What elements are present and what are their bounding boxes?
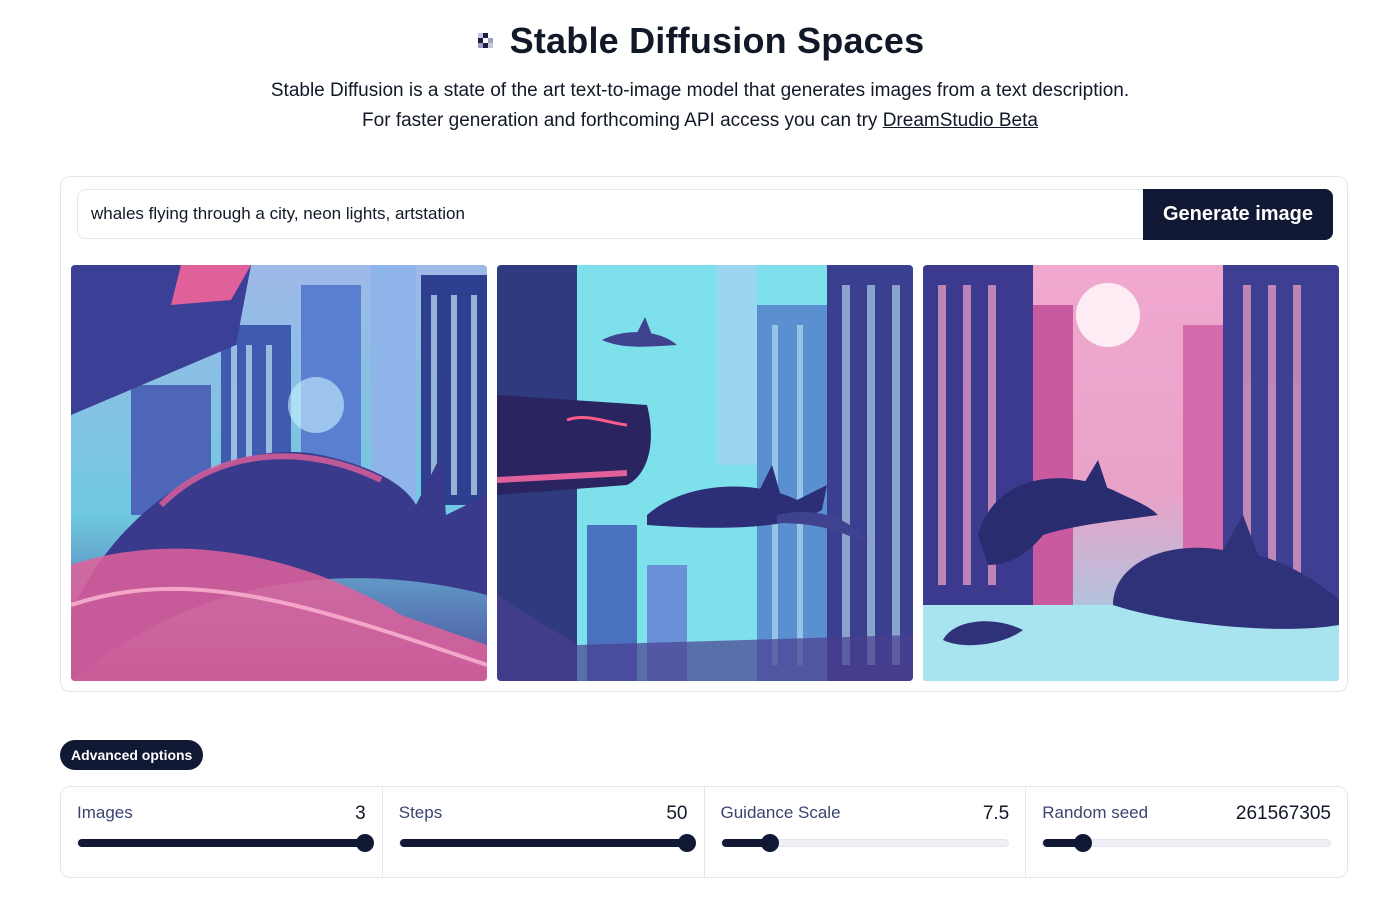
generate-image-button[interactable]: Generate image: [1143, 189, 1333, 240]
option-images: Images 3: [61, 787, 383, 877]
dreamstudio-link[interactable]: DreamStudio Beta: [883, 110, 1038, 131]
option-label: Images: [77, 803, 133, 822]
generation-panel: Generate image: [60, 176, 1348, 692]
slider-thumb[interactable]: [677, 834, 696, 852]
random-seed-slider[interactable]: [1042, 834, 1331, 852]
option-label: Steps: [398, 803, 443, 822]
option-guidance-scale: Guidance Scale 7.5: [705, 787, 1027, 877]
slider-fill: [78, 839, 365, 847]
prompt-input[interactable]: [77, 189, 1143, 239]
guidance-scale-slider[interactable]: [720, 834, 1010, 852]
description-line-2: For faster generation and forthcoming AP…: [0, 106, 1400, 136]
advanced-options-panel: Images 3 Steps 50 Guidance Scale 7.5 Ran…: [60, 786, 1348, 878]
generated-image-3[interactable]: [923, 265, 1339, 681]
image-gallery: [71, 265, 1339, 681]
slider-thumb[interactable]: [1074, 834, 1093, 852]
description-line-1: Stable Diffusion is a state of the art t…: [270, 80, 1130, 101]
advanced-options-button[interactable]: Advanced options: [60, 740, 204, 770]
option-random-seed: Random seed 261567305: [1026, 787, 1347, 877]
slider-thumb[interactable]: [761, 834, 780, 852]
option-value: 3: [355, 803, 366, 824]
option-steps: Steps 50: [383, 787, 705, 877]
images-slider[interactable]: [77, 834, 374, 852]
option-label: Random seed: [1042, 803, 1149, 822]
description-line-2-text: For faster generation and forthcoming AP…: [362, 110, 878, 131]
pixel-logo-icon: [476, 31, 496, 51]
generated-image-2[interactable]: [497, 265, 913, 681]
page-title: Stable Diffusion Spaces: [509, 20, 925, 61]
option-value: 261567305: [1235, 803, 1331, 824]
option-label: Guidance Scale: [720, 803, 841, 822]
slider-thumb[interactable]: [355, 834, 374, 852]
page-header: Stable Diffusion Spaces Stable Diffusion…: [0, 18, 1400, 136]
option-value: 50: [666, 803, 688, 824]
steps-slider[interactable]: [398, 834, 696, 852]
option-value: 7.5: [982, 803, 1010, 824]
slider-fill: [399, 839, 687, 847]
description: Stable Diffusion is a state of the art t…: [0, 76, 1400, 136]
generated-image-1[interactable]: [71, 265, 487, 681]
prompt-row: Generate image: [77, 189, 1333, 241]
